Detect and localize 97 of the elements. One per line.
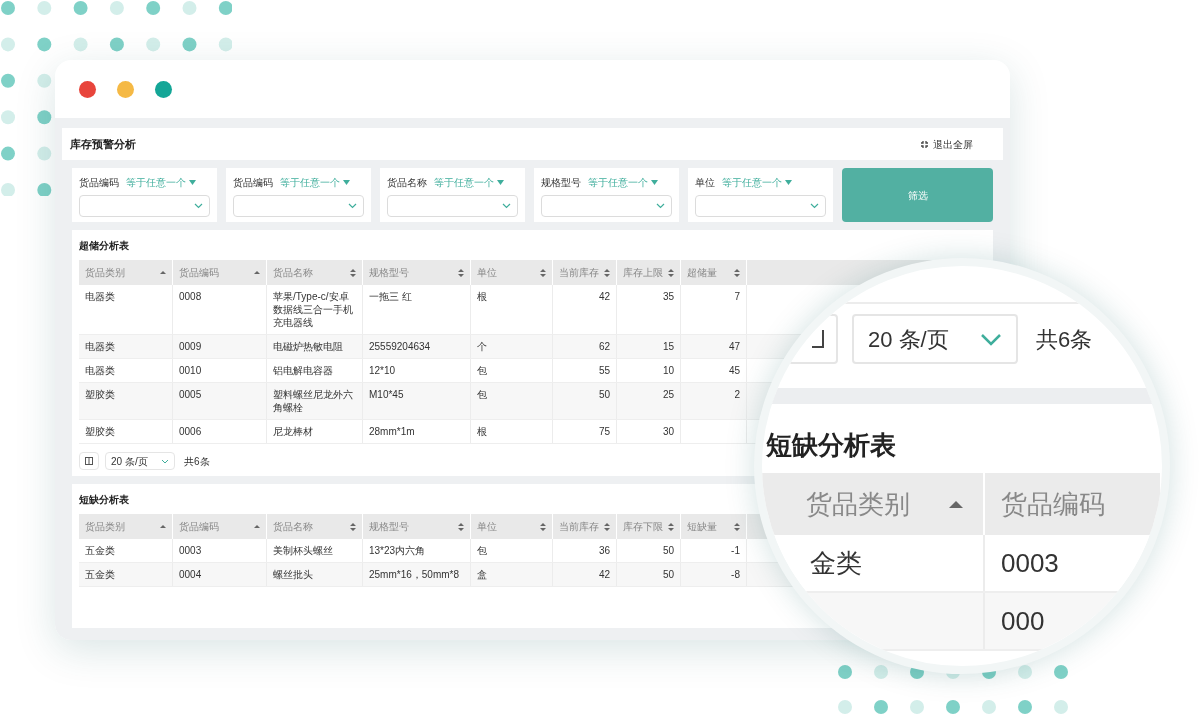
operator-dropdown[interactable]: 等于任意一个 <box>280 175 350 190</box>
table-cell: 一拖三 红 <box>369 290 412 303</box>
table-cell: 电器类 <box>85 340 115 353</box>
table-title: 短缺分析表 <box>766 429 896 462</box>
table-cell: 尼龙棒材 <box>273 425 313 438</box>
chevron-icon <box>348 203 357 209</box>
chevron-icon <box>161 458 169 464</box>
table-cell: 35 <box>662 290 674 303</box>
table-title: 短缺分析表 <box>79 493 129 507</box>
table-cell: 塑胶类 <box>85 425 115 438</box>
table-cell: 0008 <box>179 290 202 303</box>
table-cell: 50 <box>662 544 674 557</box>
chevron-icon <box>810 203 819 209</box>
table-cell: 根 <box>477 290 487 303</box>
filter-label: 规格型号 <box>541 176 581 190</box>
table-cell-text: 金类 <box>810 546 862 580</box>
table-cell: 75 <box>598 425 610 438</box>
total-count: 共6条 <box>184 454 210 469</box>
table-cell: 55 <box>598 364 610 377</box>
table-cell: -1 <box>731 544 740 557</box>
table-cell: 25mm*16，50mm*8 <box>369 568 460 581</box>
select-field[interactable] <box>79 195 210 217</box>
filter-label: 货品编码 <box>233 176 273 190</box>
table-cell: 电器类 <box>85 290 115 303</box>
table-cell: 包 <box>477 388 487 401</box>
table-cell: 电器类 <box>85 364 115 377</box>
table-cell: 塑胶类 <box>85 388 115 401</box>
table-cell: M10*45 <box>369 388 404 401</box>
caret-icon <box>785 180 792 185</box>
select-field[interactable] <box>387 195 518 217</box>
select-field[interactable] <box>233 195 364 217</box>
table-cell: 2 <box>734 388 740 401</box>
table-cell: 62 <box>598 340 610 353</box>
operator-dropdown[interactable]: 等于任意一个 <box>126 175 196 190</box>
caret-icon <box>497 180 504 185</box>
filter-label: 货品名称 <box>387 176 427 190</box>
exit-fullscreen-button[interactable]: 退出全屏 <box>920 136 973 152</box>
page-size-select[interactable]: 20 条/页 <box>105 452 175 470</box>
table-cell: 30 <box>662 425 674 438</box>
filter-label: 单位 <box>695 176 715 190</box>
table-cell: 42 <box>598 568 610 581</box>
table-cell: 包 <box>477 544 487 557</box>
table-cell: 25559204634 <box>369 340 431 353</box>
table-cell: -8 <box>731 568 740 581</box>
table-cell: 铝电解电容器 <box>273 364 333 377</box>
table-cell: 45 <box>728 364 740 377</box>
table-cell: 0005 <box>179 388 202 401</box>
filter-label: 货品编码 <box>79 176 119 190</box>
select-field[interactable] <box>541 195 672 217</box>
operator-dropdown[interactable]: 等于任意一个 <box>588 175 658 190</box>
table-cell: 50 <box>662 568 674 581</box>
caret-icon <box>343 180 350 185</box>
table-cell: 0003 <box>179 544 202 557</box>
table-cell-text: 苹果/Type-c/安卓数据线三合一手机充电器线 <box>273 290 354 329</box>
table-cell: 五金类 <box>85 544 115 557</box>
table-cell: 15 <box>662 340 674 353</box>
total-count: 共6条 <box>1036 325 1093 354</box>
select-field[interactable] <box>695 195 826 217</box>
table-cell: 螺丝批头 <box>273 568 313 581</box>
table-cell: 美制杯头螺丝 <box>273 544 333 557</box>
table-cell: 0010 <box>179 364 202 377</box>
table-cell: 0006 <box>179 425 202 438</box>
table-cell: 五金类 <box>85 568 115 581</box>
chevron-icon <box>656 203 665 209</box>
table-cell-text: 塑料螺丝尼龙外六角螺栓 <box>273 388 354 414</box>
operator-dropdown[interactable]: 等于任意一个 <box>434 175 504 190</box>
table-cell: 28mm*1m <box>369 425 415 438</box>
table-cell-text: 000 <box>1001 604 1045 638</box>
table-cell: 47 <box>728 340 740 353</box>
page-title: 库存预警分析 <box>70 136 136 152</box>
chevron-icon <box>980 332 1002 346</box>
table-cell: 25 <box>662 388 674 401</box>
table-cell: 7 <box>734 290 740 303</box>
table-title: 超储分析表 <box>79 239 129 253</box>
table-cell: 50 <box>598 388 610 401</box>
chevron-icon <box>194 203 203 209</box>
caret-icon <box>189 180 196 185</box>
table-cell: 36 <box>598 544 610 557</box>
table-cell-text: 0003 <box>1001 546 1059 580</box>
filter-button[interactable]: 筛选 <box>842 168 993 222</box>
table-cell: 42 <box>598 290 610 303</box>
page-size-select[interactable]: 20 条/页 <box>852 314 1018 364</box>
column-toggle-button[interactable] <box>79 452 99 470</box>
operator-dropdown[interactable]: 等于任意一个 <box>722 175 792 190</box>
table-cell: 电磁炉热敏电阻 <box>273 340 343 353</box>
collapse-icon <box>920 139 929 149</box>
table-cell: 13*23内六角 <box>369 544 426 557</box>
table-cell: 12*10 <box>369 364 396 377</box>
table-cell: 包 <box>477 364 487 377</box>
chevron-icon <box>502 203 511 209</box>
table-cell: 0004 <box>179 568 202 581</box>
table-cell: 0009 <box>179 340 202 353</box>
table-cell: 个 <box>477 340 487 353</box>
table-cell: 10 <box>662 364 674 377</box>
table-cell: 根 <box>477 425 487 438</box>
caret-icon <box>651 180 658 185</box>
table-cell: 盒 <box>477 568 487 581</box>
